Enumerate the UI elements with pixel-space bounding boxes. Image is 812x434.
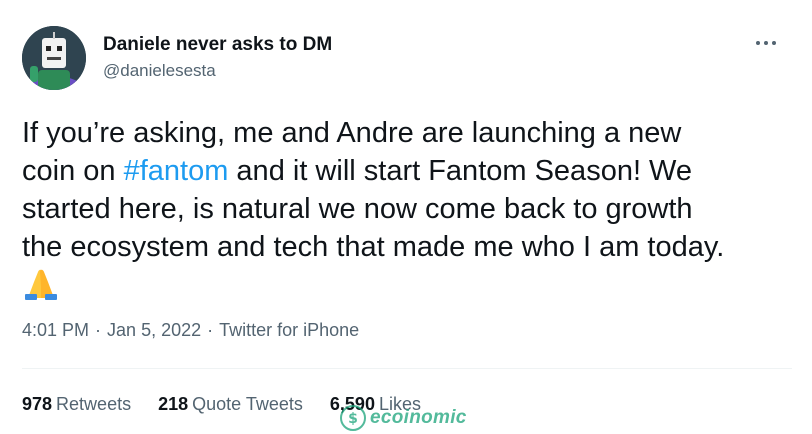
avatar[interactable] bbox=[22, 26, 86, 90]
retweets-label: Retweets bbox=[56, 394, 132, 414]
tweet-text-line: coin on #fantom and it will start Fantom… bbox=[22, 152, 792, 190]
svg-text:$: $ bbox=[348, 411, 358, 427]
tweet-source[interactable]: Twitter for iPhone bbox=[219, 320, 359, 340]
author-handle[interactable]: @danielesesta bbox=[103, 61, 216, 81]
tweet-text: If you’re asking, me and Andre are launc… bbox=[22, 114, 792, 266]
robot-avatar-icon bbox=[22, 26, 86, 90]
tweet-text-line: started here, is natural we now come bac… bbox=[22, 193, 693, 225]
watermark-text: ecoinomic bbox=[370, 407, 467, 428]
tweet-meta: 4:01 PM · Jan 5, 2022 · Twitter for iPhone bbox=[22, 320, 359, 341]
quote-tweets-stat[interactable]: 218 Quote Tweets bbox=[158, 394, 303, 414]
quote-tweets-label: Quote Tweets bbox=[192, 394, 303, 414]
divider bbox=[22, 368, 792, 369]
watermark: $ ecoinomic bbox=[340, 404, 467, 432]
retweets-count: 978 bbox=[22, 394, 53, 414]
ecoinomic-logo-icon: $ bbox=[340, 405, 366, 431]
folded-hands-icon bbox=[22, 264, 60, 300]
author-name[interactable]: Daniele never asks to DM bbox=[103, 34, 332, 56]
tweet-text-line: If you’re asking, me and Andre are launc… bbox=[22, 117, 682, 149]
tweet-card: Daniele never asks to DM @danielesesta I… bbox=[0, 0, 812, 434]
tweet-date[interactable]: Jan 5, 2022 bbox=[107, 320, 201, 340]
more-options-icon[interactable] bbox=[748, 30, 784, 56]
hashtag-link[interactable]: #fantom bbox=[124, 155, 229, 187]
tweet-text-line: the ecosystem and tech that made me who … bbox=[22, 231, 725, 263]
tweet-time[interactable]: 4:01 PM bbox=[22, 320, 89, 340]
separator: · bbox=[95, 320, 102, 340]
quote-tweets-count: 218 bbox=[158, 394, 189, 414]
separator: · bbox=[207, 320, 214, 340]
tweet-text-segment: and it will start Fantom Season! We bbox=[228, 155, 693, 187]
retweets-stat[interactable]: 978 Retweets bbox=[22, 394, 131, 414]
tweet-text-segment: coin on bbox=[22, 155, 124, 187]
